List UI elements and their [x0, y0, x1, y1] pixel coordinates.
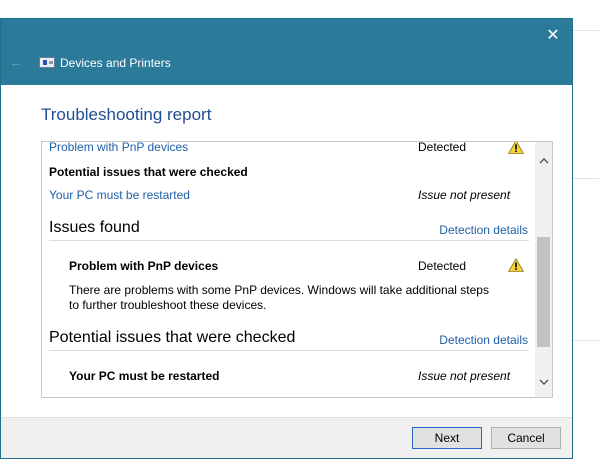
back-arrow-icon[interactable]: ← [9, 53, 27, 71]
warning-icon [508, 142, 524, 154]
section-divider [49, 350, 529, 351]
restart-item-status: Issue not present [418, 369, 511, 383]
background-divider [573, 30, 599, 31]
restart-check-status: Issue not present [418, 188, 511, 202]
scroll-down-icon[interactable] [535, 369, 552, 393]
close-button[interactable]: ✕ [542, 25, 564, 47]
restart-item-name: Your PC must be restarted [69, 369, 220, 383]
report-scroll-area[interactable]: Problem with PnP devices Detected Potent… [41, 141, 553, 398]
clipped-problem-link[interactable]: Problem with PnP devices [49, 142, 188, 154]
section-divider [49, 240, 529, 241]
vertical-scrollbar[interactable] [535, 142, 552, 397]
scroll-up-icon[interactable] [535, 148, 552, 172]
potential-issues-header-label: Potential issues that were checked [49, 165, 248, 179]
clipped-problem-status: Detected [418, 141, 467, 154]
issues-found-detection-details-link[interactable]: Detection details [439, 223, 528, 237]
problem-description-line-1: There are problems with some PnP devices… [69, 283, 489, 297]
devices-and-printers-icon [39, 57, 55, 68]
problem-description-line-2: to further troubleshoot these devices. [69, 298, 267, 312]
background-divider [573, 178, 599, 179]
next-button[interactable]: Next [412, 427, 482, 449]
restart-check-link[interactable]: Your PC must be restarted [49, 188, 190, 202]
background-divider [573, 340, 599, 341]
potential-issues-title: Potential issues that were checked [49, 329, 296, 346]
issues-found-title: Issues found [49, 219, 140, 236]
warning-icon [508, 258, 524, 272]
report-content: Problem with PnP devices Detected Potent… [42, 142, 535, 397]
troubleshooter-window: ✕ ← Devices and Printers Troubleshooting… [0, 18, 573, 459]
app-title: Devices and Printers [60, 56, 171, 70]
scroll-thumb[interactable] [537, 237, 550, 347]
problem-name: Problem with PnP devices [69, 259, 219, 273]
cancel-button[interactable]: Cancel [491, 427, 561, 449]
potential-issues-detection-details-link[interactable]: Detection details [439, 333, 528, 347]
button-bar: Next Cancel [1, 417, 572, 458]
page-title: Troubleshooting report [41, 105, 212, 124]
title-bar: ✕ ← Devices and Printers [1, 19, 572, 85]
problem-status: Detected [418, 259, 467, 273]
